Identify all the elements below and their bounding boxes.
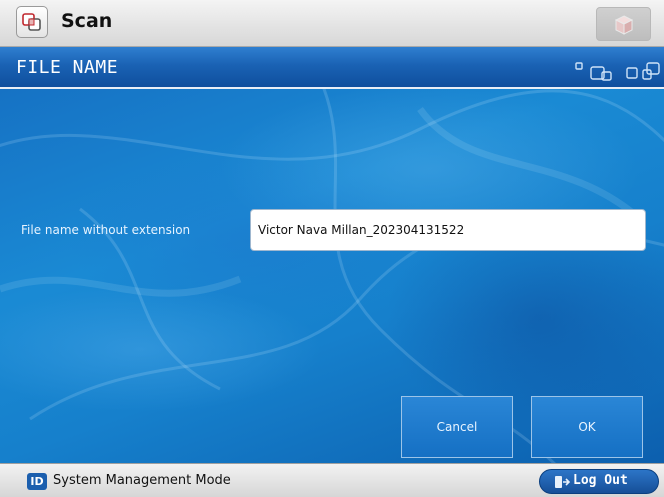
page-title: FILE NAME [16,57,119,78]
cancel-button[interactable]: Cancel [401,396,513,458]
cube-button[interactable] [596,7,651,41]
section-header: FILE NAME [0,47,664,89]
ok-button[interactable]: OK [531,396,643,458]
status-bar: ID System Management Mode Log Out [0,463,664,497]
file-name-input[interactable] [250,209,646,251]
scan-app-icon [16,6,48,38]
cube-icon [614,15,634,35]
logout-button[interactable]: Log Out [539,469,659,494]
main-content: File name without extension Cancel OK [0,89,664,463]
app-title: Scan [61,10,113,32]
system-mode-text: System Management Mode [53,473,231,488]
id-badge-icon: ID [27,473,47,490]
logout-label: Log Out [573,473,628,488]
logout-icon [555,476,570,488]
window-stack-icon [575,62,660,81]
file-name-label: File name without extension [21,223,191,237]
app-title-bar: Scan [0,0,664,47]
